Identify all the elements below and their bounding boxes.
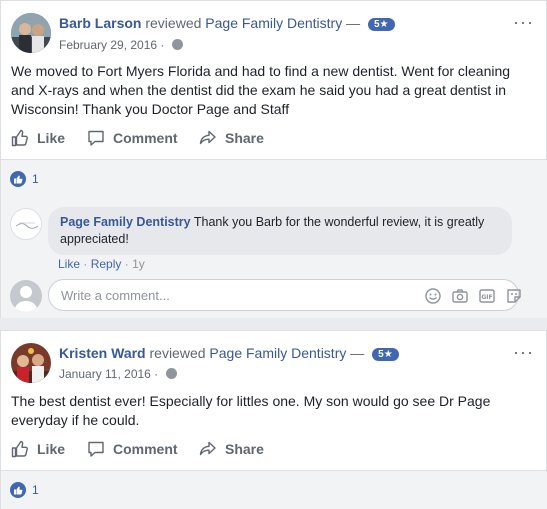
like-label: Like (37, 130, 66, 146)
gif-icon[interactable]: GIF (478, 287, 496, 305)
page-avatar[interactable] (10, 208, 42, 240)
post-date[interactable]: January 11, 2016 · (59, 367, 158, 381)
like-count-value: 1 (32, 172, 39, 186)
reply-author[interactable]: Page Family Dentistry (60, 215, 191, 229)
avatar[interactable] (11, 343, 51, 383)
svg-text:GIF: GIF (481, 294, 492, 301)
more-options-icon[interactable]: ··· (513, 13, 534, 31)
like-button[interactable]: Like (11, 434, 65, 464)
sticker-icon[interactable] (505, 287, 523, 305)
rating-badge: 5★ (372, 348, 399, 361)
emoji-icon[interactable] (424, 287, 442, 305)
rating-badge: 5★ (368, 18, 395, 31)
like-count-value: 1 (32, 483, 39, 497)
camera-icon[interactable] (451, 287, 469, 305)
reviewed-text: reviewed (145, 15, 202, 31)
reply-like-link[interactable]: Like (58, 257, 80, 271)
review-text: The best dentist ever! Especially for li… (11, 393, 491, 428)
review-header: Barb Larson reviewed Page Family Dentist… (59, 15, 395, 31)
globe-icon (165, 368, 177, 379)
post-date-line: February 29, 2016 · (59, 38, 183, 52)
comment-button[interactable]: Comment (87, 434, 178, 464)
user-avatar (10, 280, 42, 312)
dash: — (350, 345, 365, 361)
more-options-icon[interactable]: ··· (513, 343, 534, 361)
share-label: Share (225, 441, 264, 457)
like-reaction-icon (10, 171, 26, 187)
reply-reply-link[interactable]: Reply (91, 257, 122, 271)
like-label: Like (37, 441, 66, 457)
like-reaction-icon (10, 482, 26, 498)
comment-button[interactable]: Comment (87, 123, 178, 153)
avatar[interactable] (11, 13, 51, 53)
thumbs-up-icon (11, 440, 28, 458)
reviewed-text: reviewed (149, 345, 206, 361)
post-date[interactable]: February 29, 2016 · (59, 38, 164, 52)
page-link[interactable]: Page Family Dentistry (205, 15, 342, 31)
reply-comment: Page Family Dentistry Thank you Barb for… (48, 207, 512, 255)
comment-icon (88, 130, 104, 146)
author-name[interactable]: Kristen Ward (59, 345, 146, 361)
review-card: Barb Larson reviewed Page Family Dentist… (0, 0, 547, 318)
comments-section: 1 (1, 470, 547, 509)
comment-icon (88, 441, 104, 457)
action-bar: Like Comment Share (1, 123, 547, 153)
share-icon (199, 441, 216, 456)
thumbs-up-icon (11, 129, 28, 147)
share-label: Share (225, 130, 264, 146)
page-link[interactable]: Page Family Dentistry (209, 345, 346, 361)
review-text: We moved to Fort Myers Florida and had t… (11, 63, 511, 117)
post-date-line: January 11, 2016 · (59, 367, 177, 381)
action-bar: Like Comment Share (1, 434, 547, 464)
globe-icon (171, 39, 183, 50)
reply-age[interactable]: 1y (132, 257, 145, 271)
review-header: Kristen Ward reviewed Page Family Dentis… (59, 345, 399, 361)
share-button[interactable]: Share (199, 123, 264, 153)
reaction-count[interactable]: 1 (10, 171, 39, 187)
comments-section: 1 Page Family Dentistry Thank you Barb f… (1, 159, 547, 318)
review-card: Kristen Ward reviewed Page Family Dentis… (0, 330, 547, 509)
share-button[interactable]: Share (199, 434, 264, 464)
like-button[interactable]: Like (11, 123, 65, 153)
write-comment-placeholder: Write a comment... (61, 288, 170, 303)
write-comment-input[interactable]: Write a comment... GIF (48, 279, 521, 311)
comment-label: Comment (113, 441, 178, 457)
share-icon (199, 130, 216, 145)
author-name[interactable]: Barb Larson (59, 15, 141, 31)
reaction-count[interactable]: 1 (10, 482, 39, 498)
comment-label: Comment (113, 130, 178, 146)
dash: — (346, 15, 361, 31)
reply-actions: Like · Reply · 1y (58, 257, 145, 271)
